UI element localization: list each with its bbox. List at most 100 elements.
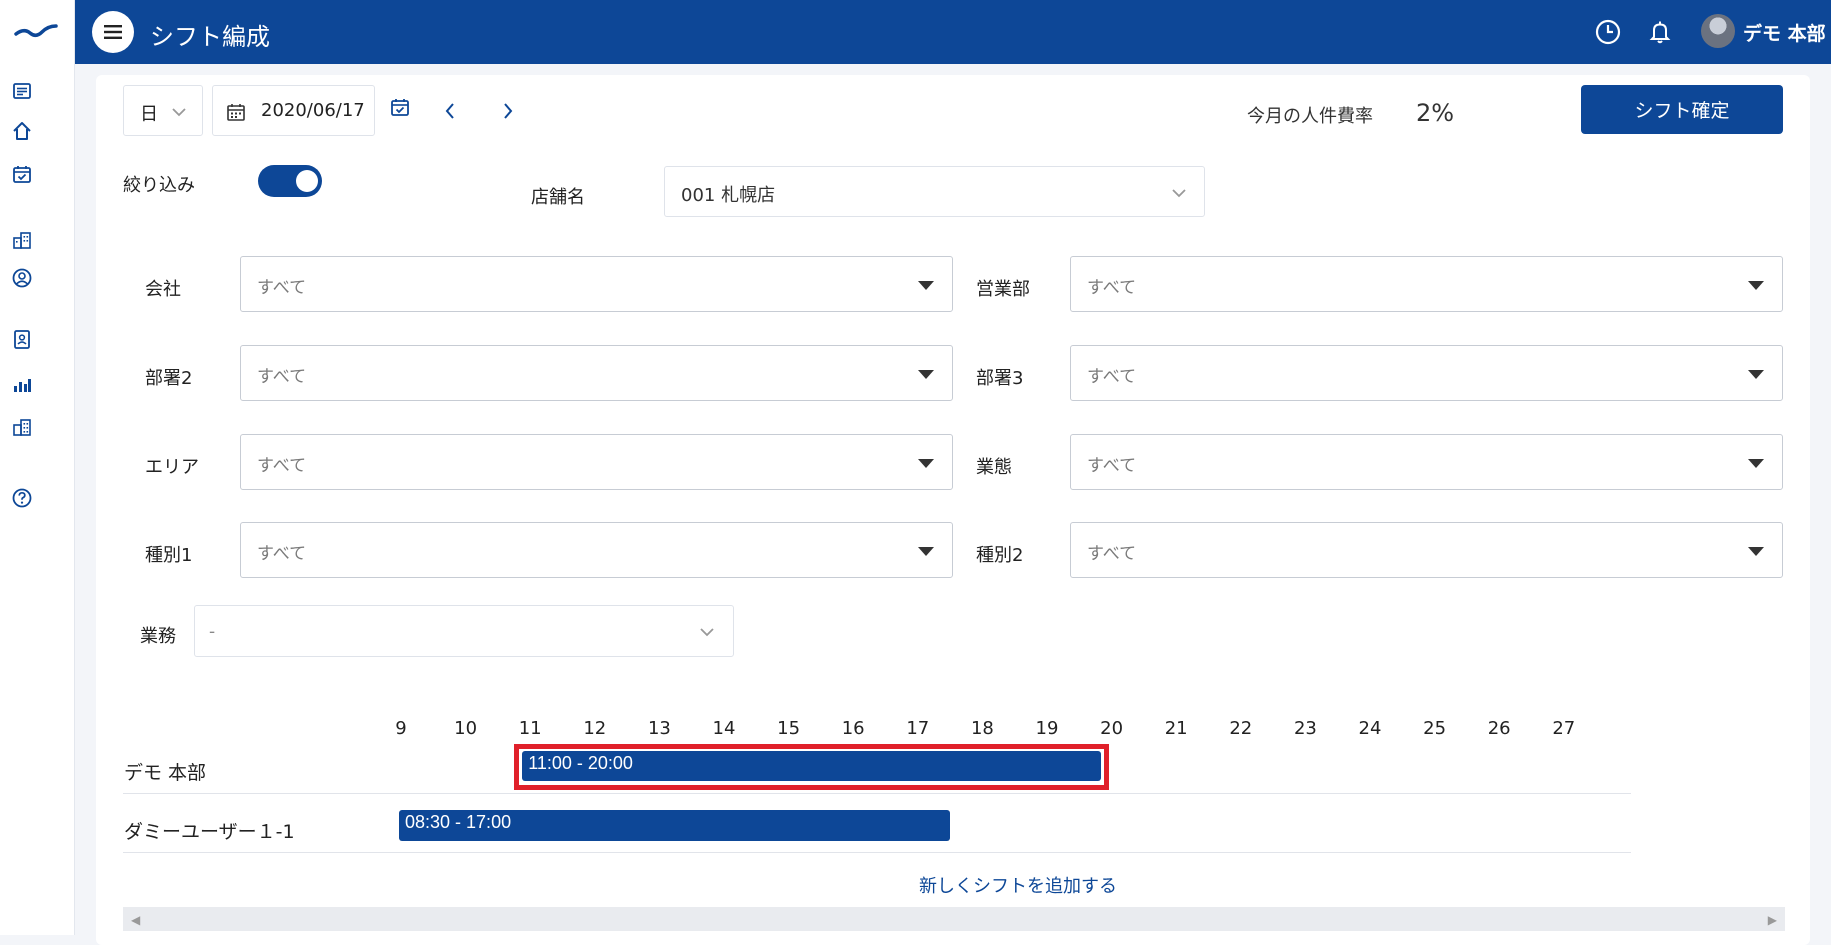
dept3-value: すべて: [1087, 367, 1137, 387]
filter-toggle-label: 絞り込み: [123, 175, 195, 196]
help-icon[interactable]: [11, 487, 33, 509]
filter-label-type1: 種別1: [145, 545, 193, 566]
type1-select[interactable]: すべて: [240, 522, 953, 578]
task-select[interactable]: -: [194, 605, 734, 657]
hour-tick-label: 21: [1164, 718, 1188, 739]
scroll-left-icon[interactable]: ◀: [131, 913, 140, 927]
chevron-right-icon[interactable]: [501, 101, 515, 121]
caret-down-icon: [1748, 547, 1764, 556]
filter-label-business-type: 業態: [976, 457, 1012, 478]
hour-tick-label: 10: [454, 718, 478, 739]
home-icon[interactable]: [11, 120, 33, 142]
add-shift-link[interactable]: 新しくシフトを追加する: [919, 872, 1117, 898]
labor-cost-value: 2%: [1416, 99, 1455, 127]
building-icon[interactable]: [11, 229, 33, 251]
hour-tick-label: 15: [777, 718, 801, 739]
hamburger-icon: [104, 25, 122, 39]
caret-down-icon: [1748, 370, 1764, 379]
hour-tick-label: 13: [647, 718, 671, 739]
chevron-down-icon: [700, 628, 714, 637]
scroll-right-icon[interactable]: ▶: [1768, 913, 1777, 927]
area-value: すべて: [257, 456, 307, 476]
caret-down-icon: [1748, 281, 1764, 290]
caret-down-icon: [918, 281, 934, 290]
top-bar: シフト編成 デモ 本部: [75, 0, 1831, 64]
dept3-select[interactable]: すべて: [1070, 345, 1783, 401]
caret-down-icon: [918, 370, 934, 379]
date-value: 2020/06/17: [261, 100, 365, 121]
row-divider: [123, 793, 1631, 794]
sales-dept-select[interactable]: すべて: [1070, 256, 1783, 312]
hour-tick-label: 11: [518, 718, 542, 739]
hour-tick-label: 16: [841, 718, 865, 739]
list-icon[interactable]: [11, 80, 33, 102]
caret-down-icon: [1748, 459, 1764, 468]
shift-bar[interactable]: 11:00 - 20:00: [522, 751, 1101, 781]
hour-tick-label: 19: [1035, 718, 1059, 739]
avatar[interactable]: [1701, 14, 1735, 48]
type2-select[interactable]: すべて: [1070, 522, 1783, 578]
filter-label-type2: 種別2: [976, 545, 1024, 566]
labor-cost-label: 今月の人件費率: [1247, 106, 1373, 127]
menu-button[interactable]: [92, 11, 134, 53]
hour-tick-label: 26: [1487, 718, 1511, 739]
chevron-left-icon[interactable]: [443, 101, 457, 121]
dept2-select[interactable]: すべて: [240, 345, 953, 401]
user-circle-icon[interactable]: [11, 267, 33, 289]
hour-tick-label: 25: [1423, 718, 1447, 739]
task-value: -: [209, 622, 216, 642]
area-select[interactable]: すべて: [240, 434, 953, 490]
bar-chart-icon[interactable]: [11, 373, 33, 395]
id-badge-icon[interactable]: [11, 328, 33, 350]
type1-value: すべて: [257, 544, 307, 564]
bell-icon[interactable]: [1646, 18, 1674, 46]
hour-tick-label: 12: [583, 718, 607, 739]
calendar-check-icon[interactable]: [389, 96, 411, 118]
hour-tick-label: 27: [1552, 718, 1576, 739]
app-logo: [14, 24, 58, 37]
chevron-down-icon: [172, 108, 186, 117]
confirm-shift-button[interactable]: シフト確定: [1581, 85, 1783, 134]
filter-toggle[interactable]: [258, 165, 322, 197]
type2-value: すべて: [1087, 544, 1137, 564]
filter-label-dept3: 部署3: [976, 368, 1024, 389]
caret-down-icon: [918, 459, 934, 468]
row-divider: [123, 852, 1631, 853]
hour-tick-label: 9: [395, 718, 407, 739]
staff-name: デモ 本部: [124, 762, 207, 784]
company-select[interactable]: すべて: [240, 256, 953, 312]
shift-bar[interactable]: 08:30 - 17:00: [399, 810, 951, 841]
user-name[interactable]: デモ 本部: [1743, 19, 1826, 46]
date-picker[interactable]: 2020/06/17: [212, 85, 375, 136]
hour-tick-label: 22: [1229, 718, 1253, 739]
filter-label-area: エリア: [145, 457, 199, 478]
hour-tick-label: 14: [712, 718, 736, 739]
calendar-icon: [227, 104, 245, 121]
hour-tick-label: 18: [970, 718, 994, 739]
hour-tick-label: 23: [1293, 718, 1317, 739]
store-select[interactable]: 001 札幌店: [664, 166, 1205, 217]
view-mode-value: 日: [140, 104, 158, 125]
dept2-value: すべて: [257, 367, 307, 387]
page-title: シフト編成: [150, 23, 270, 51]
store-value: 001 札幌店: [681, 185, 776, 206]
filter-label-sales-dept: 営業部: [976, 279, 1030, 300]
horizontal-scrollbar[interactable]: ◀ ▶: [123, 907, 1785, 931]
store-label: 店舗名: [531, 187, 585, 208]
caret-down-icon: [918, 547, 934, 556]
calendar-check-icon[interactable]: [11, 163, 33, 185]
chevron-down-icon: [1172, 189, 1186, 198]
company-value: すべて: [257, 278, 307, 298]
sidebar: [0, 0, 75, 935]
hour-tick-label: 17: [906, 718, 930, 739]
business-type-value: すべて: [1087, 456, 1137, 476]
view-mode-select[interactable]: 日: [123, 85, 203, 136]
task-label: 業務: [140, 626, 176, 647]
clock-icon[interactable]: [1594, 18, 1622, 46]
business-type-select[interactable]: すべて: [1070, 434, 1783, 490]
sales-dept-value: すべて: [1087, 278, 1137, 298]
filter-label-dept2: 部署2: [145, 368, 193, 389]
toggle-knob: [296, 170, 318, 192]
building-list-icon[interactable]: [11, 416, 33, 438]
hour-tick-label: 24: [1358, 718, 1382, 739]
